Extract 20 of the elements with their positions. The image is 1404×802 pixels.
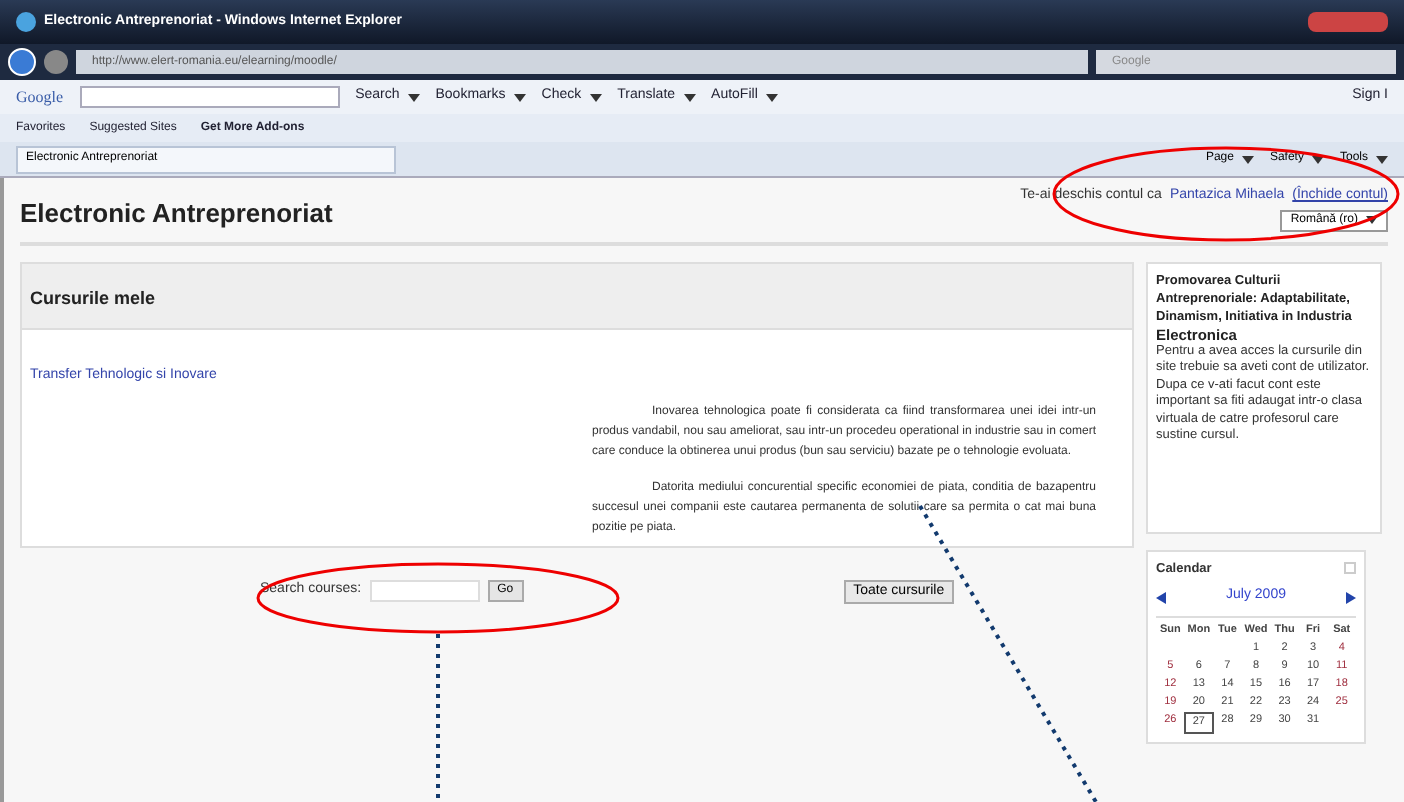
- dropdown-caret-icon[interactable]: [1311, 155, 1324, 163]
- course-search-field[interactable]: [369, 580, 480, 602]
- toolbar-search-field[interactable]: [79, 86, 340, 108]
- dropdown-caret-icon[interactable]: [1366, 216, 1378, 224]
- dropdown-caret-icon[interactable]: [765, 93, 778, 101]
- dropdown-caret-icon[interactable]: [407, 93, 420, 101]
- panel-title: Cursurile mele: [30, 287, 156, 307]
- dropdown-caret-icon[interactable]: [513, 93, 526, 101]
- browser-logo-icon: [16, 12, 36, 32]
- google-logo: Google: [16, 85, 64, 109]
- window-controls-icon[interactable]: [1308, 12, 1388, 32]
- back-icon[interactable]: [8, 48, 36, 76]
- dropdown-caret-icon[interactable]: [1376, 155, 1388, 163]
- page-title: Electronic Antreprenoriat: [20, 196, 333, 232]
- forward-icon[interactable]: [44, 50, 68, 74]
- dropdown-caret-icon[interactable]: [1241, 155, 1254, 163]
- dropdown-caret-icon[interactable]: [589, 93, 602, 101]
- next-month-icon[interactable]: [1346, 591, 1356, 603]
- dropdown-caret-icon[interactable]: [683, 93, 696, 101]
- previous-month-icon[interactable]: [1156, 591, 1166, 603]
